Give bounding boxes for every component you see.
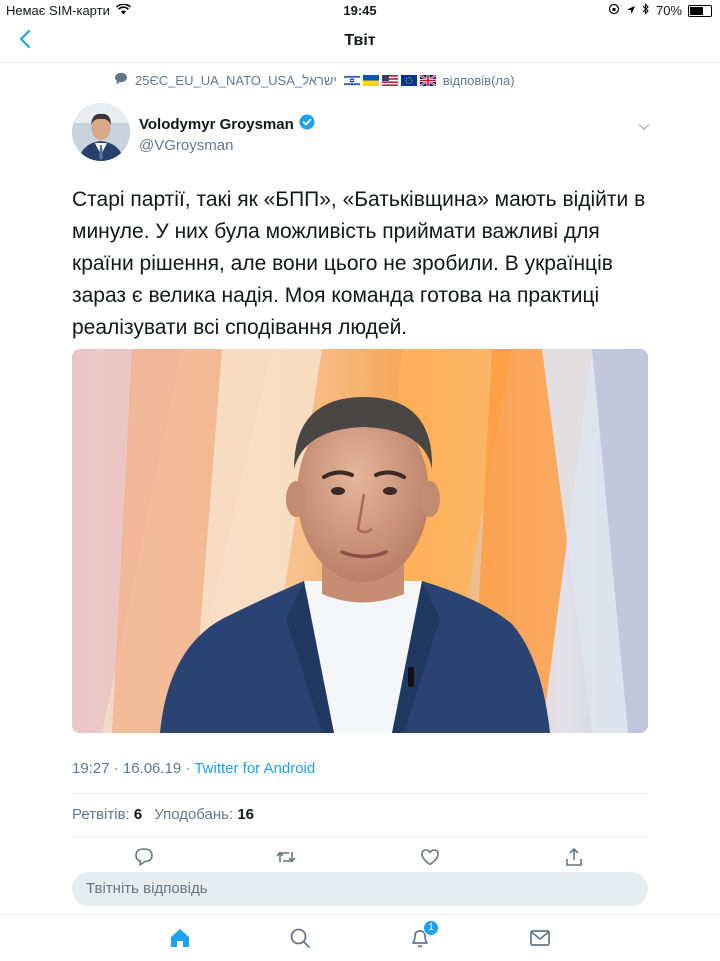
battery-icon [688,4,712,17]
divider [72,836,648,837]
bluetooth-icon [642,3,650,18]
tweet-menu-button[interactable] [638,118,650,136]
tab-search[interactable] [288,926,312,950]
like-button[interactable] [419,846,441,868]
tab-messages[interactable] [528,926,552,950]
likes-count: 16 [237,806,255,823]
retweets-count: 6 [133,806,143,823]
search-icon [288,928,312,954]
ukraine-flag-icon [362,74,379,86]
eu-flag-icon [400,74,417,86]
tweet-meta: 19:27 · 16.06.19 · Twitter for Android [72,760,315,777]
tweet-timestamp: 19:27 · 16.06.19 · [72,760,195,777]
share-button[interactable] [563,846,585,868]
notifications-badge: 1 [423,920,439,936]
author-block[interactable]: Volodymyr Groysman @VGroysman [139,114,315,154]
tweet-actions [0,846,720,868]
avatar[interactable] [72,103,130,161]
flag-emoji-group [343,74,436,86]
battery-percent: 70% [655,3,682,18]
tweet-text: Старі партії, такі як «БПП», «Батьківщин… [72,188,646,339]
tab-home[interactable] [168,926,192,950]
reply-icon [133,848,155,872]
author-name: Volodymyr Groysman [139,115,294,133]
tweet-photo[interactable] [72,349,648,733]
likes-label: Уподобань: [154,806,234,823]
mail-icon [528,930,552,954]
tab-bar: 1 [0,914,720,961]
status-bar: Немає SIM-карти 19:45 70% [0,0,720,20]
author-handle: @VGroysman [139,137,234,154]
reply-button[interactable] [133,846,155,868]
tab-notifications[interactable]: 1 [408,920,439,950]
likes-stat[interactable]: Уподобань: 16 [154,806,254,823]
israel-flag-icon [343,74,360,86]
reply-context-user: 25ЄС_EU_UA_NATO_USA_ישראל [135,72,337,88]
divider [72,793,648,794]
heart-icon [419,849,441,872]
uk-flag-icon [419,74,436,86]
location-icon [626,3,636,18]
author-name-row: Volodymyr Groysman [139,114,315,134]
retweets-stat[interactable]: Ретвітів: 6 [72,806,142,823]
home-icon [168,929,192,954]
reply-context-suffix: відповів(ла) [442,72,515,88]
retweet-button[interactable] [275,846,297,868]
reply-input[interactable]: Твітніть відповідь [72,872,648,906]
reply-placeholder: Твітніть відповідь [86,880,208,897]
page-title: Твіт [344,32,376,49]
retweets-label: Ретвітів: [72,806,130,823]
bell-icon [408,930,432,954]
tweet-stats: Ретвітів: 6 Уподобань: 16 [72,806,254,823]
retweet-icon [275,851,297,872]
verified-badge-icon [299,114,315,134]
nav-bar: Твіт [0,20,720,63]
tweet-source-link[interactable]: Twitter for Android [194,760,315,777]
speech-bubble-icon [114,72,128,88]
chevron-down-icon [638,118,650,135]
usa-flag-icon [381,74,398,86]
reply-context[interactable]: 25ЄС_EU_UA_NATO_USA_ישראל відповів(ла) [114,72,515,88]
share-icon [563,848,585,872]
orientation-lock-icon [608,3,620,18]
